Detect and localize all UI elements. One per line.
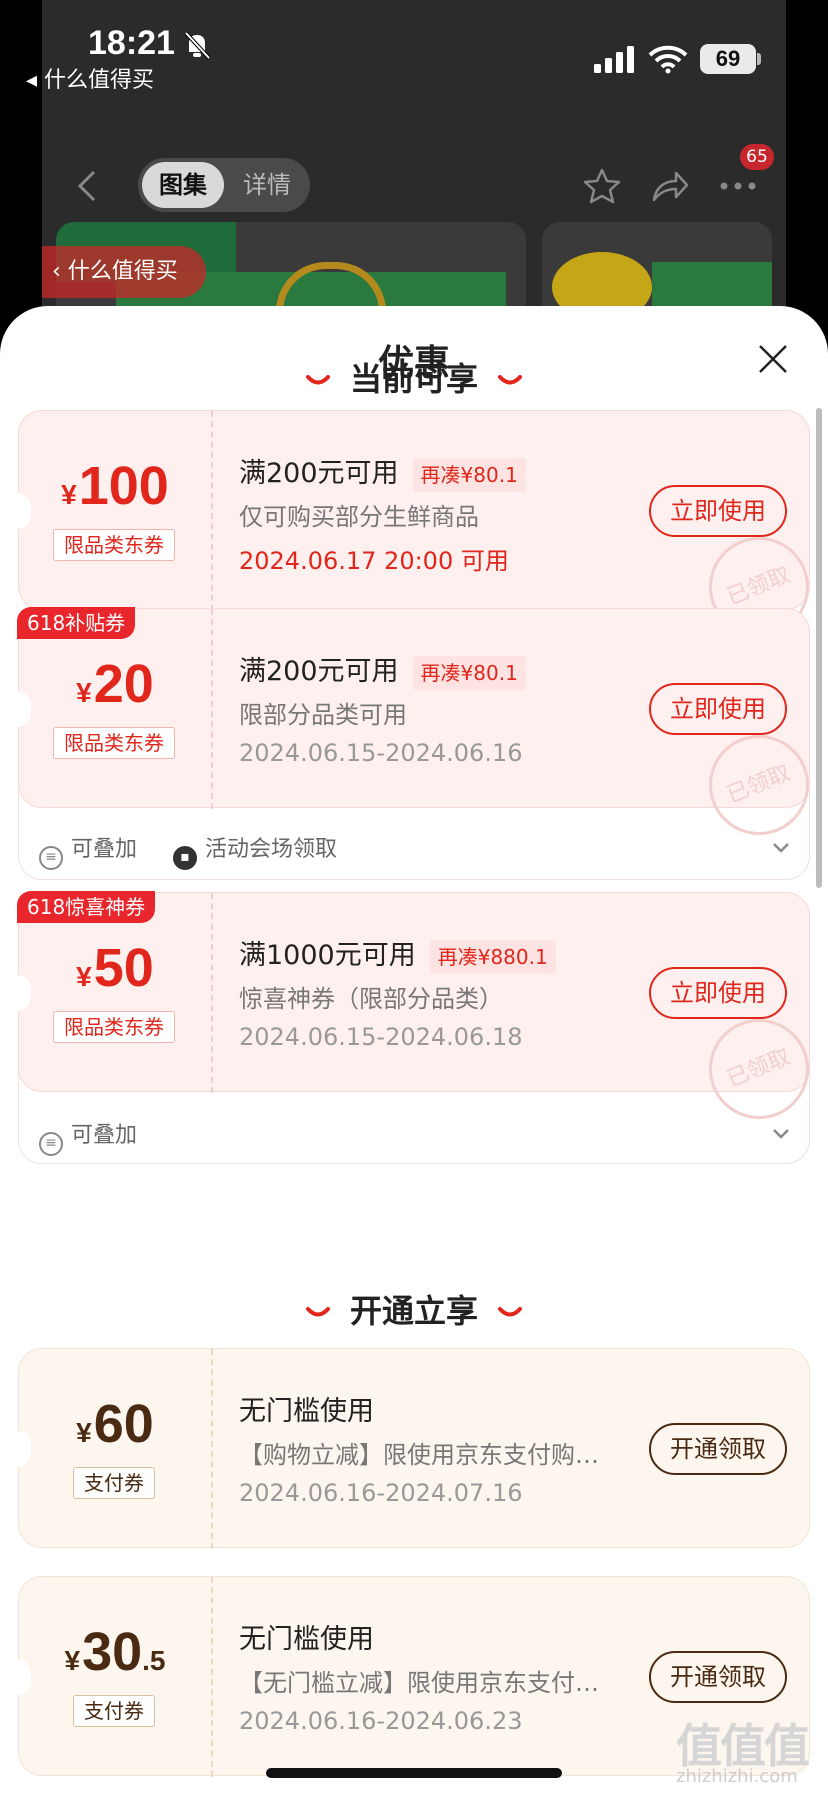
gallery-detail-switch: 图集 详情: [138, 158, 310, 212]
coupon-card: ¥60 支付券 无门槛使用 【购物立减】限使用京东支付购… 2024.06.16…: [17, 1348, 810, 1549]
smzdm-return-pill[interactable]: ‹ 什么值得买: [42, 246, 206, 298]
coupon-card: ¥100 限品类东券 满200元可用 再凑¥80.1 仅可购买部分生鲜商品 202…: [17, 410, 825, 653]
coupon-description: 【购物立减】限使用京东支付购…: [239, 1441, 599, 1469]
chevron-down-icon[interactable]: [771, 1127, 791, 1141]
coupon-description: 【无门槛立减】限使用京东支付…: [239, 1669, 599, 1697]
more-icon[interactable]: [718, 180, 758, 192]
section-open-header: 开通立享: [0, 1286, 828, 1332]
star-icon[interactable]: [582, 166, 622, 206]
stackable-label: ≡ 可叠加: [39, 831, 137, 870]
section-current-title: 当前可享: [349, 360, 478, 398]
coupon-ribbon: 618补贴券: [17, 607, 136, 639]
scrollbar[interactable]: [816, 408, 822, 888]
activate-claim-button[interactable]: 开通领取: [649, 1423, 787, 1475]
coupon-type-tag: 限品类东券: [53, 529, 175, 561]
still-need-tag: 再凑¥80.1: [412, 655, 526, 690]
product-top-bar: 图集 详情 65: [42, 140, 786, 230]
use-now-button[interactable]: 立即使用: [649, 683, 787, 735]
coupon-date: 2024.06.16-2024.06.23: [239, 1707, 523, 1735]
coupon-ribbon: 618惊喜神券: [17, 891, 156, 923]
coupon-divider: [211, 609, 213, 809]
coupon-description: 惊喜神券（限部分品类）: [239, 985, 503, 1013]
coupon-type-tag: 限品类东券: [53, 727, 175, 759]
coupon-description: 限部分品类可用: [239, 701, 407, 729]
coupon-divider: [211, 893, 213, 1093]
tab-gallery[interactable]: 图集: [142, 162, 224, 208]
still-need-tag: 再凑¥880.1: [429, 939, 556, 974]
coupon-condition: 满200元可用 再凑¥80.1: [239, 451, 526, 492]
coupon-divider: [211, 1577, 213, 1777]
coupon-amount: ¥30.5: [64, 1622, 166, 1682]
tab-detail[interactable]: 详情: [230, 162, 304, 208]
status-bar: 18:21 ◂ 什么值得买 69: [0, 0, 828, 100]
coupon-amount: ¥100: [61, 456, 169, 516]
smile-ornament-icon: [498, 1307, 522, 1317]
coupon-date: 2024.06.15-2024.06.18: [239, 1023, 523, 1051]
coupon-date: 2024.06.17 20:00 可用: [239, 547, 509, 575]
watermark-site: zhizhizhi.com: [676, 1766, 798, 1787]
back-icon[interactable]: [72, 168, 102, 204]
coupon-condition: 无门槛使用: [239, 1624, 374, 1655]
section-current-header: 当前可享: [0, 354, 828, 400]
use-now-button[interactable]: 立即使用: [649, 967, 787, 1019]
coupon-card: 618惊喜神券 ¥50 限品类东券 满1000元可用 再凑¥880.1 惊喜神券（…: [17, 891, 825, 1135]
bell-off-icon: [184, 31, 211, 60]
coupon-type-tag: 支付券: [73, 1695, 155, 1727]
coupon-condition: 满200元可用 再凑¥80.1: [239, 649, 526, 690]
use-now-button[interactable]: 立即使用: [649, 485, 787, 537]
smile-ornament-icon: [498, 375, 522, 385]
coupon-amount: ¥50: [76, 938, 154, 998]
coupon-condition: 无门槛使用: [239, 1396, 374, 1427]
stack-icon: ≡: [39, 846, 63, 870]
notification-badge: 65: [740, 144, 774, 170]
coupon-date: 2024.06.15-2024.06.16: [239, 739, 523, 767]
share-icon[interactable]: [650, 168, 690, 204]
coupon-condition: 满1000元可用 再凑¥880.1: [239, 933, 556, 974]
home-indicator[interactable]: [266, 1768, 562, 1778]
coupon-type-tag: 支付券: [73, 1467, 155, 1499]
signal-icon: [594, 46, 634, 73]
activate-claim-button[interactable]: 开通领取: [649, 1651, 787, 1703]
battery-tip: [757, 53, 761, 65]
battery-indicator: 69: [700, 44, 756, 74]
coupon-amount: ¥20: [76, 654, 154, 714]
stackable-label: ≡ 可叠加: [39, 1117, 137, 1156]
section-open-title: 开通立享: [349, 1292, 478, 1330]
venue-icon: ▪: [173, 846, 197, 870]
status-time: 18:21: [88, 24, 175, 62]
stack-icon: ≡: [39, 1132, 63, 1156]
coupon-date: 2024.06.16-2024.07.16: [239, 1479, 523, 1507]
smile-ornament-icon: [305, 1307, 330, 1317]
chevron-down-icon[interactable]: [771, 841, 791, 855]
venue-claim-label: ▪ 活动会场领取: [173, 831, 337, 870]
coupon-description: 仅可购买部分生鲜商品: [239, 503, 479, 531]
coupon-divider: [211, 411, 213, 611]
still-need-tag: 再凑¥80.1: [412, 457, 526, 492]
coupon-type-tag: 限品类东券: [53, 1011, 175, 1043]
coupon-divider: [211, 1349, 213, 1549]
coupon-card: 618补贴券 ¥20 限品类东券 满200元可用 再凑¥80.1 限部分品类可用 …: [17, 607, 825, 851]
back-to-app[interactable]: ◂ 什么值得买: [26, 62, 154, 94]
discount-sheet: 优惠 当前可享 ¥100 限品类东券 满200元可用 再凑¥80.1 仅可购买部分…: [0, 306, 828, 1796]
smile-ornament-icon: [305, 375, 330, 385]
coupon-amount: ¥60: [76, 1394, 154, 1454]
wifi-icon: [648, 45, 688, 74]
